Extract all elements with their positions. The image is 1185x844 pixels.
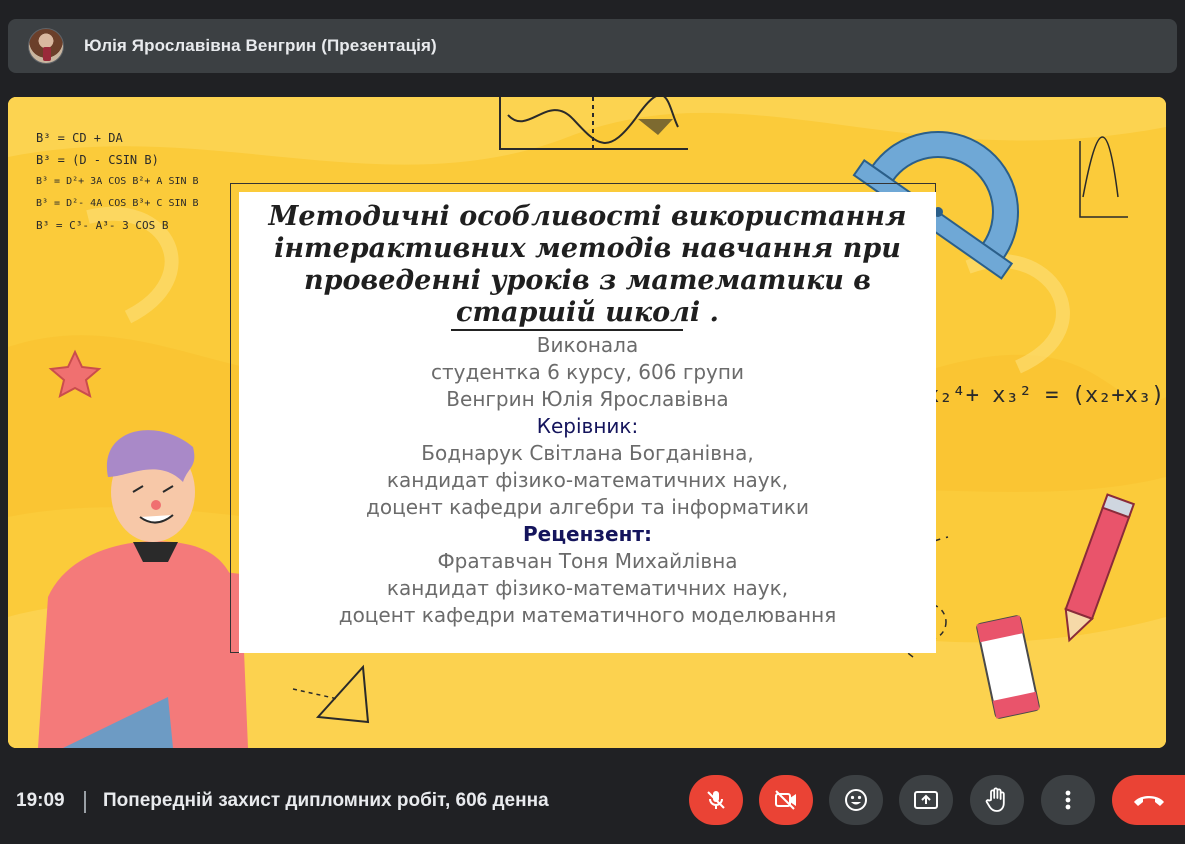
supervisor-degree: кандидат фізико-математичних наук, xyxy=(386,468,789,492)
raise-hand-button[interactable] xyxy=(970,775,1024,825)
formula-line: B³ = CD + DA xyxy=(36,131,123,145)
supervisor-heading: Керівник: xyxy=(536,414,639,438)
present-screen-icon xyxy=(914,791,938,809)
reviewer-heading: Рецензент: xyxy=(522,522,653,546)
formula-line: B³ = (D - CSIN B) xyxy=(36,153,159,167)
reactions-button[interactable] xyxy=(829,775,883,825)
formula-line: B³ = D²+ 3A COS B²+ A SIN B xyxy=(36,176,199,187)
presenter-name: Юлія Ярославівна Венгрин (Презентація) xyxy=(84,36,437,55)
formula-list: B³ = CD + DA B³ = (D - CSIN B) B³ = D²+ … xyxy=(36,127,199,237)
clock: 19:09 xyxy=(16,790,65,811)
camera-toggle-button[interactable] xyxy=(759,775,813,825)
formula-right: x₂⁴+ x₃² = (x₂+x₃) xyxy=(926,383,1165,408)
meeting-title: Попередній захист дипломних робіт, 606 д… xyxy=(103,790,549,811)
slide-info: Виконала студентка 6 курсу, 606 групи Ве… xyxy=(239,332,936,629)
reviewer-degree: кандидат фізико-математичних наук, xyxy=(386,576,789,600)
more-options-icon xyxy=(1065,790,1071,810)
leave-call-button[interactable] xyxy=(1112,775,1185,825)
reviewer-position: доцент кафедри математичного моделювання xyxy=(338,603,837,627)
microphone-toggle-button[interactable] xyxy=(689,775,743,825)
author-group: студентка 6 курсу, 606 групи xyxy=(431,360,744,384)
formula-line: B³ = D²- 4A COS B³+ C SIN B xyxy=(36,198,199,209)
raise-hand-icon xyxy=(985,787,1005,812)
supervisor-name: Боднарук Світлана Богданівна, xyxy=(421,441,754,465)
mic-off-icon xyxy=(707,791,725,809)
leave-call-icon xyxy=(1133,796,1164,806)
camera-off-icon xyxy=(775,790,796,810)
more-options-button[interactable] xyxy=(1041,775,1095,825)
presentation-slide: B³ = CD + DA B³ = (D - CSIN B) B³ = D²+ … xyxy=(8,97,1166,748)
supervisor-position: доцент кафедри алгебри та інформатики xyxy=(366,495,809,519)
divider xyxy=(84,791,86,813)
slide-title: Методичні особливості використання інтер… xyxy=(268,201,907,328)
presenter-bar: Юлія Ярославівна Венгрин (Презентація) xyxy=(8,19,1177,73)
title-underline xyxy=(451,329,683,331)
author-name: Венгрин Юлія Ярославівна xyxy=(446,387,729,411)
avatar xyxy=(28,28,64,64)
emoji-icon xyxy=(845,789,867,811)
reviewer-name: Фратавчан Тоня Михайлівна xyxy=(437,549,738,573)
author-label: Виконала xyxy=(536,333,639,357)
formula-line: B³ = C³- A³- 3 COS B xyxy=(36,219,169,232)
present-now-button[interactable] xyxy=(899,775,953,825)
